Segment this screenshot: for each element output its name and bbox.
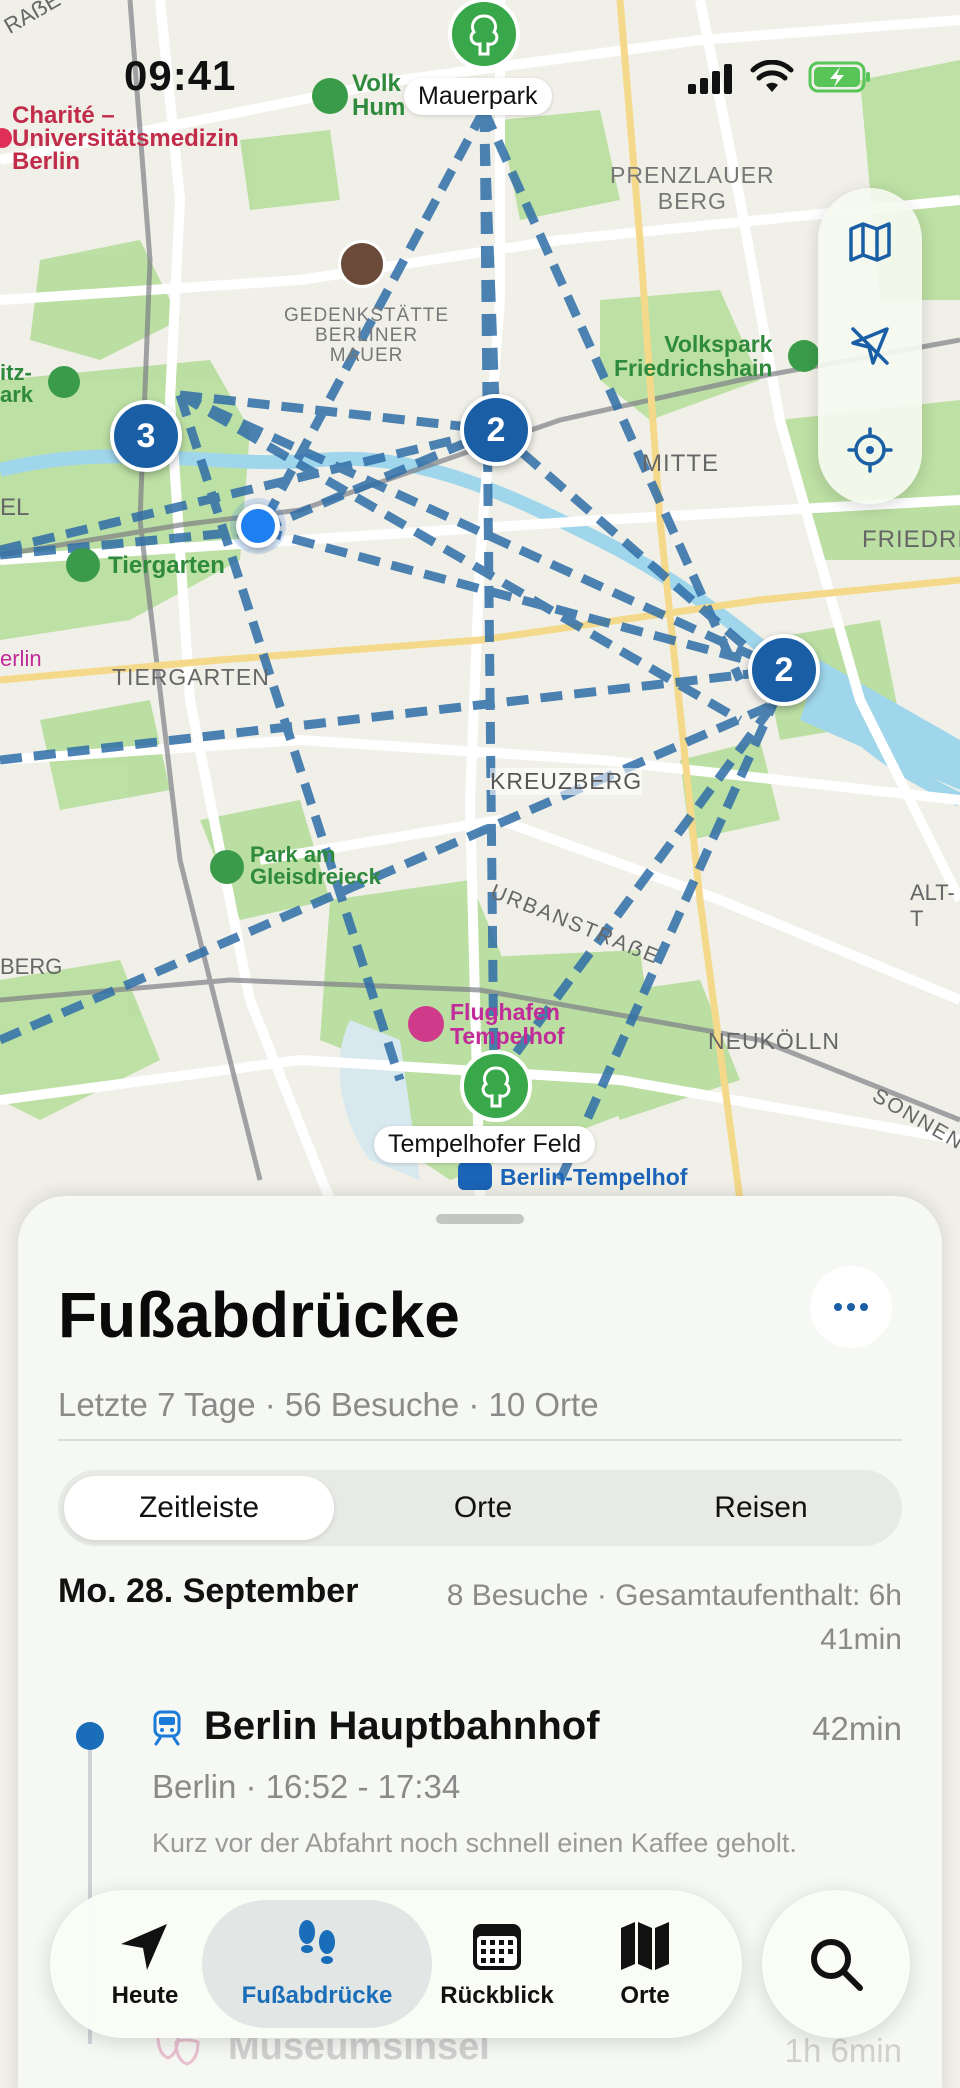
map-label-kreuzberg: KREUZBERG [490, 768, 643, 795]
segment-zeitleiste[interactable]: Zeitleiste [64, 1476, 334, 1540]
crosshair-icon [847, 427, 893, 473]
tree-icon [460, 1050, 532, 1122]
tab-fussabdruecke[interactable]: Fußabdrücke [210, 1890, 424, 2038]
tree-icon [66, 548, 100, 582]
ellipsis-icon [834, 1303, 868, 1311]
status-bar: 09:41 [0, 0, 960, 150]
tab-rueckblick[interactable]: Rückblick [434, 1890, 560, 2038]
tracking-toggle-button[interactable] [818, 294, 922, 398]
map-controls [818, 188, 922, 504]
map-icon [621, 1922, 669, 1970]
tab-label: Heute [111, 1982, 179, 2009]
map-label-berg: BERG [0, 954, 63, 979]
tab-orte[interactable]: Orte [590, 1890, 700, 2038]
pin-tempelhofer-feld[interactable] [458, 1050, 534, 1126]
map-label-erlin: erlin [0, 646, 42, 671]
segment-reisen[interactable]: Reisen [626, 1476, 896, 1540]
museum-icon [408, 1006, 444, 1042]
cluster-marker[interactable]: 2 [748, 634, 820, 706]
segmented-control: Zeitleiste Orte Reisen [58, 1470, 902, 1546]
entry-title: Berlin Hauptbahnhof [204, 1704, 600, 1748]
tab-heute[interactable]: Heute [90, 1890, 200, 2038]
user-location-dot-core [236, 504, 280, 548]
tab-bar: Heute Fußabdrücke Rückblick Orte [50, 1890, 742, 2038]
map-label-mitte: MITTE [642, 450, 719, 477]
map-label-itz-park: itz- ark [0, 360, 34, 407]
search-button[interactable] [762, 1890, 910, 2038]
cluster-marker[interactable]: 3 [110, 400, 182, 472]
timeline-dot [76, 1722, 104, 1750]
day-header: Mo. 28. September [58, 1572, 359, 1610]
map-label-gedenkstaette: GEDENKSTÄTTE BERLINER MAUER [284, 305, 450, 366]
entry-duration: 1h 6min [784, 2032, 902, 2069]
wifi-icon [750, 60, 794, 92]
cluster-marker[interactable]: 2 [460, 394, 532, 466]
location-arrow-slash-icon [851, 327, 889, 365]
footprints-icon [299, 1920, 335, 1964]
cellular-signal-icon [688, 64, 732, 94]
pin-label-tempelhofer-feld: Tempelhofer Feld [374, 1126, 596, 1163]
divider [58, 1439, 902, 1441]
train-icon [153, 1710, 181, 1746]
memorial-photo-icon [338, 240, 386, 288]
map-style-button[interactable] [818, 190, 922, 294]
transit-icon [458, 1162, 492, 1190]
map-label-friedric: FRIEDRIC [862, 526, 960, 553]
day-stats: 8 Besuche · Gesamtaufenthalt: 6h 41min [446, 1579, 902, 1656]
map-label-volkspark-friedrichshain: Volkspark Friedrichshain [614, 331, 773, 381]
map-label-tiergarten: TIERGARTEN [112, 664, 270, 690]
tab-label: Rückblick [440, 1982, 554, 2009]
tab-label: Fußabdrücke [241, 1982, 393, 2009]
sheet-subtitle: Letzte 7 Tage · 56 Besuche · 10 Orte [58, 1386, 599, 1423]
tab-label: Orte [620, 1982, 670, 2009]
map-label-tiergarten-park: Tiergarten [108, 552, 225, 579]
map-icon [849, 222, 891, 262]
entry-meta: Berlin · 16:52 - 17:34 [152, 1768, 461, 1805]
map-label-neukolln: NEUKÖLLN [708, 1028, 840, 1054]
location-arrow-icon [121, 1924, 167, 1970]
tree-icon [210, 850, 244, 884]
calendar-icon [473, 1924, 521, 1970]
entry-duration: 42min [812, 1710, 902, 1747]
recenter-button[interactable] [818, 398, 922, 502]
entry-note: Kurz vor der Abfahrt noch schnell einen … [152, 1828, 797, 1858]
battery-charging-icon [808, 61, 870, 93]
map-label-prenzlauer: PRENZLAUER BERG [610, 162, 775, 214]
tree-icon [48, 366, 80, 398]
segment-orte[interactable]: Orte [348, 1476, 618, 1540]
map-label-el: EL [0, 494, 30, 521]
map-label-park-gleisdreieck: Park am Gleisdreieck [250, 842, 381, 889]
map-label-flughafen: Flughafen Tempelhof [450, 999, 565, 1049]
search-icon [811, 1939, 863, 1991]
more-button[interactable] [810, 1266, 892, 1348]
status-time: 09:41 [124, 52, 237, 99]
sheet-title: Fußabdrücke [58, 1279, 460, 1351]
tree-icon [788, 340, 820, 372]
map-label-berlin-tempelhof: Berlin-Tempelhof [500, 1164, 688, 1190]
sheet-grabber[interactable] [436, 1214, 524, 1224]
map-label-alt: ALT-T [910, 880, 955, 931]
